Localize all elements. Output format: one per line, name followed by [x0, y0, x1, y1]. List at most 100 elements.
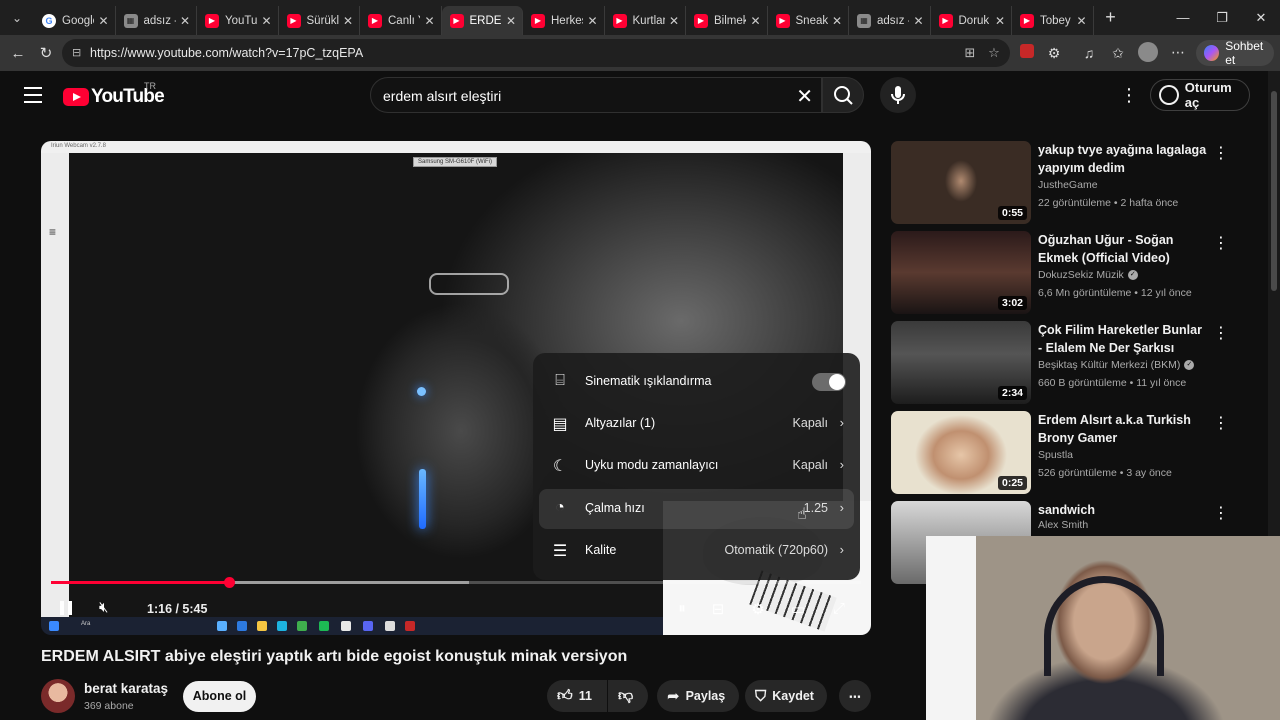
extensions-icon[interactable]: ⚙ [1044, 43, 1064, 63]
browser-tab[interactable]: ▶ ERDEM ✕ [441, 6, 523, 35]
recommended-channel-name[interactable]: DokuzSekiz Müzik ✓ [1038, 269, 1138, 281]
menu-item-subtitles[interactable]: ▤ Altyazılar (1) Kapalı › [539, 404, 854, 444]
favorite-star-icon[interactable]: ☆ [986, 45, 1002, 61]
search-button[interactable] [822, 77, 864, 113]
close-tab-icon[interactable]: ✕ [98, 14, 108, 28]
address-bar[interactable]: ⊟ https://www.youtube.com/watch?v=17pC_t… [62, 39, 1010, 67]
close-tab-icon[interactable]: ✕ [506, 14, 516, 28]
subtitles-icon[interactable]: ⊟ [706, 600, 730, 620]
recommended-video-title[interactable]: Oğuzhan Uğur - Soğan Ekmek (Official Vid… [1038, 231, 1208, 267]
like-count: 11 [578, 689, 592, 703]
close-tab-icon[interactable]: ✕ [587, 14, 597, 28]
tab-actions-chevron-icon[interactable]: ⌄ [0, 0, 34, 35]
more-actions-button[interactable]: ⋯ [839, 680, 871, 712]
recommended-channel-name[interactable]: Alex Smith [1038, 519, 1088, 531]
browser-tab[interactable]: ▶ Sneaky ✕ [768, 6, 849, 35]
recommended-channel-name[interactable]: Spustla [1038, 449, 1073, 461]
profile-avatar[interactable] [1138, 42, 1158, 62]
recommended-video-title[interactable]: Erdem Alsırt a.k.a Turkish Brony Gamer [1038, 411, 1208, 447]
copilot-button[interactable]: Sohbet et [1196, 39, 1274, 67]
recommended-video[interactable]: 0:55 yakup tvye ayağına lagalaga yapıyım … [891, 141, 1251, 227]
close-window-icon[interactable]: ✕ [1242, 0, 1280, 35]
menu-item-cinematic-lighting[interactable]: ⌸ Sinematik ışıklandırma [539, 362, 854, 402]
search-input[interactable]: erdem alsırt eleştiri ✕ [370, 77, 822, 113]
close-tab-icon[interactable]: ✕ [1076, 14, 1086, 28]
fullscreen-icon[interactable]: ⤢ [827, 600, 851, 620]
recommended-video-title[interactable]: Çok Filim Hareketler Bunlar - Elalem Ne … [1038, 321, 1208, 357]
settings-kebab-icon[interactable]: ⋮ [1120, 85, 1138, 107]
browser-tab[interactable]: ▶ Kurtlar ✕ [605, 6, 686, 35]
search-query[interactable]: erdem alsırt eleştiri [383, 88, 501, 104]
video-thumbnail[interactable]: 3:02 [891, 231, 1031, 314]
browser-tab[interactable]: ▦ adsız - İ ✕ [116, 6, 197, 35]
sign-in-button[interactable]: Oturum aç [1150, 79, 1250, 111]
browser-tab[interactable]: ▶ Canlı Ya ✕ [360, 6, 442, 35]
guide-menu-icon[interactable] [24, 87, 42, 103]
app-available-icon[interactable]: ⊞ [962, 45, 978, 61]
close-tab-icon[interactable]: ✕ [343, 14, 353, 28]
more-options-icon[interactable]: ⋮ [1213, 503, 1229, 523]
reload-icon[interactable]: ↻ [34, 41, 58, 65]
close-tab-icon[interactable]: ✕ [180, 14, 190, 28]
browser-menu-icon[interactable]: ⋯ [1168, 42, 1188, 62]
more-options-icon[interactable]: ⋮ [1213, 143, 1229, 163]
minimize-icon[interactable]: — [1164, 0, 1202, 35]
more-options-icon[interactable]: ⋮ [1213, 413, 1229, 433]
verified-badge-icon: ✓ [1127, 270, 1138, 281]
browser-tab[interactable]: ▶ YouTub✕ [197, 6, 279, 35]
recommended-video[interactable]: 3:02 Oğuzhan Uğur - Soğan Ekmek (Official… [891, 231, 1251, 317]
like-button[interactable]: 👍︎ 11 [547, 680, 607, 712]
progress-bar[interactable] [51, 577, 861, 588]
extension-badge-icon[interactable] [1017, 43, 1037, 63]
close-tab-icon[interactable]: ✕ [832, 14, 842, 28]
url-text[interactable]: https://www.youtube.com/watch?v=17pC_tzq… [90, 46, 363, 60]
browser-tab[interactable]: G Google ✕ [34, 6, 116, 35]
close-tab-icon[interactable]: ✕ [995, 14, 1005, 28]
browser-tab[interactable]: ▶ Sürükle ✕ [279, 6, 360, 35]
recommended-channel-name[interactable]: JustheGame [1038, 179, 1098, 191]
back-icon[interactable]: ← [6, 41, 30, 65]
recommended-channel-name[interactable]: Beşiktaş Kültür Merkezi (BKM) ✓ [1038, 359, 1195, 371]
browser-tab[interactable]: ▶ Tobey M ✕ [1012, 6, 1094, 35]
cinematic-lighting-toggle[interactable] [812, 373, 846, 391]
recommended-video-title[interactable]: sandwich [1038, 501, 1208, 519]
theater-mode-icon[interactable]: ▭ [786, 600, 810, 620]
close-tab-icon[interactable]: ✕ [669, 14, 679, 28]
menu-item-quality[interactable]: ☰ Kalite Otomatik (720p60) › [539, 531, 854, 571]
close-tab-icon[interactable]: ✕ [261, 14, 271, 28]
recommended-video[interactable]: 2:34 Çok Filim Hareketler Bunlar - Elalem… [891, 321, 1251, 407]
site-info-icon[interactable]: ⊟ [72, 46, 86, 60]
close-tab-icon[interactable]: ✕ [913, 14, 923, 28]
more-options-icon[interactable]: ⋮ [1213, 233, 1229, 253]
share-button[interactable]: ➦ Paylaş [657, 680, 739, 712]
close-tab-icon[interactable]: ✕ [424, 14, 434, 28]
voice-search-button[interactable] [880, 77, 916, 113]
favorites-icon[interactable]: ✩ [1108, 43, 1128, 63]
pause-button[interactable] [57, 599, 77, 617]
settings-gear-icon[interactable]: ⚙ [746, 600, 770, 620]
muted-volume-icon[interactable]: 🔇︎ [99, 599, 123, 619]
video-thumbnail[interactable]: 0:55 [891, 141, 1031, 224]
browser-tab[interactable]: ▦ adsız - İ ✕ [849, 6, 931, 35]
autoplay-toggle-icon[interactable]: ⏸ [670, 600, 694, 620]
browser-tab[interactable]: ▶ Herkes ✕ [523, 6, 605, 35]
browser-tab[interactable]: ▶ Doruk Y ✕ [931, 6, 1012, 35]
dislike-button[interactable]: 👎︎ [608, 680, 648, 712]
video-thumbnail[interactable]: 2:34 [891, 321, 1031, 404]
channel-avatar[interactable] [41, 679, 75, 713]
recommended-video[interactable]: 0:25 Erdem Alsırt a.k.a Turkish Brony Gam… [891, 411, 1251, 497]
video-thumbnail[interactable]: 0:25 [891, 411, 1031, 494]
recommended-video-title[interactable]: yakup tvye ayağına lagalaga yapıyım dedi… [1038, 141, 1208, 177]
browser-tab[interactable]: ▶ Bilmek ✕ [686, 6, 768, 35]
new-tab-button[interactable]: + [1094, 7, 1128, 28]
menu-item-sleep-timer[interactable]: ☾ Uyku modu zamanlayıcı Kapalı › [539, 446, 854, 486]
browser-essentials-icon[interactable]: ♫ [1079, 43, 1099, 63]
subscribe-button[interactable]: Abone ol [183, 681, 256, 712]
close-tab-icon[interactable]: ✕ [750, 14, 760, 28]
channel-name[interactable]: berat karataş [84, 681, 168, 696]
restore-icon[interactable]: ❐ [1203, 0, 1241, 35]
clear-search-icon[interactable]: ✕ [796, 84, 813, 109]
more-options-icon[interactable]: ⋮ [1213, 323, 1229, 343]
recorded-window-menu-icon: ≡ [49, 225, 57, 239]
save-button[interactable]: ⛉ Kaydet [745, 680, 827, 712]
